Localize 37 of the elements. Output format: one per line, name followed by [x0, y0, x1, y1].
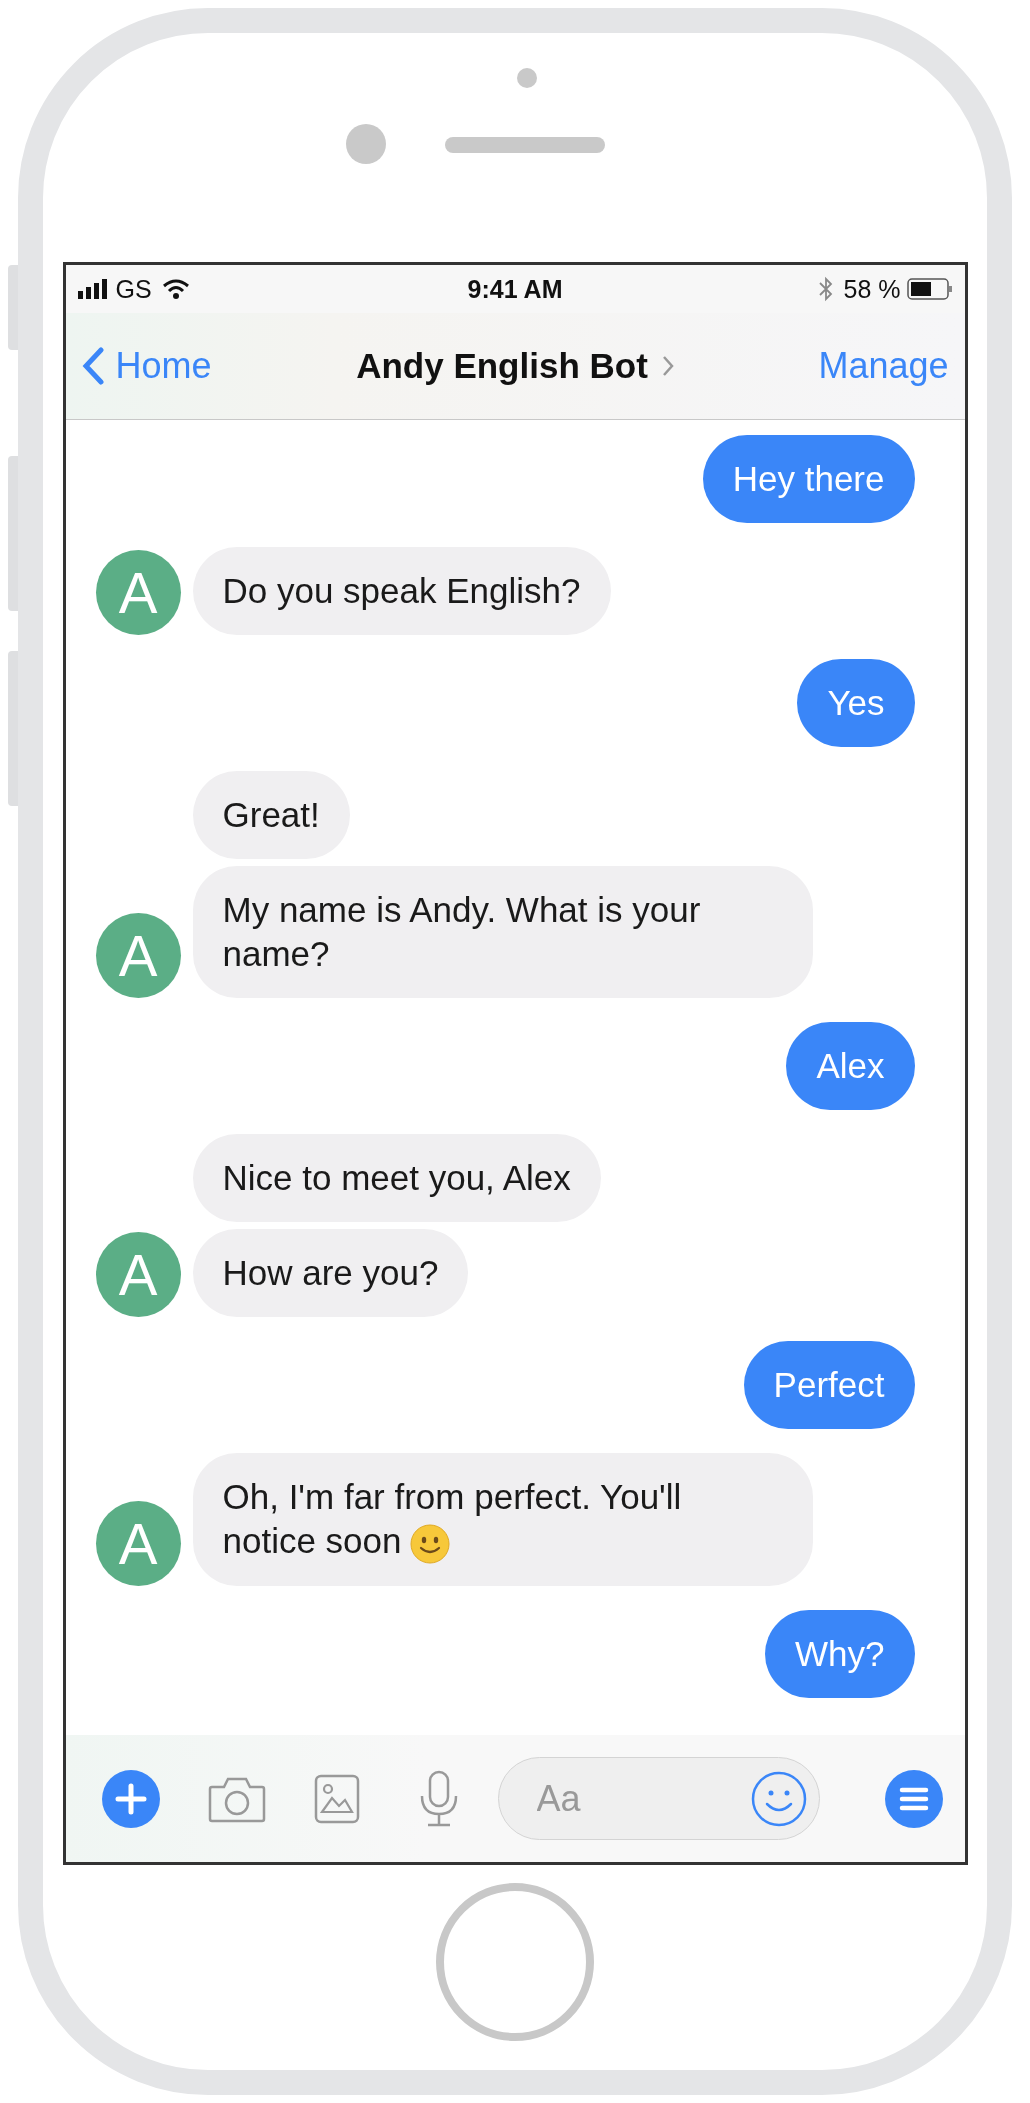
bot-avatar: A [95, 913, 181, 998]
sent-message: Hey there [702, 435, 915, 523]
message-input[interactable]: Aa [534, 1776, 751, 1821]
bot-avatar: A [95, 1500, 181, 1586]
received-message: Oh, I'm far from perfect. You'll notice soon [192, 1453, 813, 1586]
status-time: 9:41 AM [467, 274, 563, 304]
smiley-icon [409, 1523, 450, 1564]
manage-link[interactable]: Manage [818, 345, 949, 387]
sensor-dot [517, 68, 537, 88]
chat-title[interactable]: Andy English Bot [356, 346, 648, 386]
chevron-right-icon [661, 355, 674, 377]
received-message: Great! [192, 771, 350, 859]
back-chevron-icon[interactable] [81, 347, 104, 385]
sent-message: Alex [786, 1022, 915, 1110]
bot-avatar: A [95, 550, 181, 635]
bot-avatar: A [95, 1232, 181, 1317]
add-icon[interactable] [101, 1769, 160, 1828]
sent-message: Perfect [743, 1341, 915, 1429]
carrier-name: GS [115, 274, 152, 304]
received-message: My name is Andy. What is your name? [192, 866, 813, 998]
bluetooth-icon [817, 276, 834, 302]
wifi-icon [161, 278, 190, 300]
received-message: Do you speak English? [192, 547, 611, 635]
battery-icon [906, 278, 953, 300]
composer-field[interactable]: Aa [497, 1757, 820, 1840]
smiley-icon[interactable] [750, 1770, 807, 1827]
received-message: Nice to meet you, Alex [192, 1134, 601, 1222]
sent-message: Yes [797, 659, 915, 747]
received-message: How are you? [192, 1229, 469, 1317]
signal-icon [77, 279, 110, 299]
image-icon[interactable] [313, 1773, 360, 1824]
home-button[interactable] [436, 1882, 594, 2041]
menu-icon[interactable] [884, 1769, 943, 1828]
back-link[interactable]: Home [81, 345, 212, 387]
sent-message: Why? [765, 1609, 915, 1698]
battery-percent: 58 % [843, 274, 901, 304]
front-camera [346, 124, 386, 164]
